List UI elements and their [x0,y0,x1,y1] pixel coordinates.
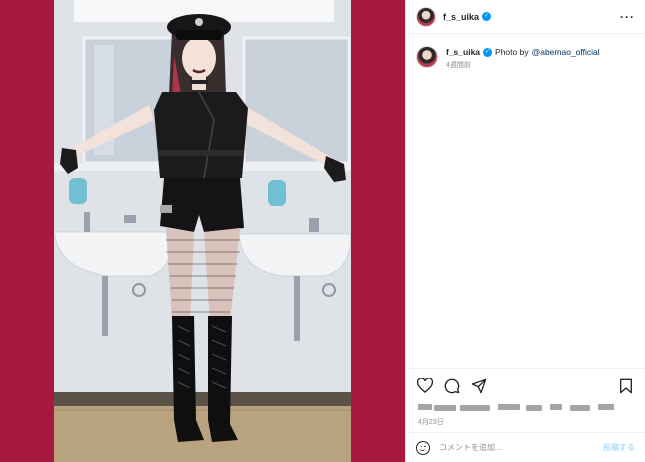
caption-text: Photo by [495,47,529,57]
post-photo[interactable] [54,0,351,462]
likes-summary-blurred [418,402,618,414]
caption-verified-badge-icon: ✓ [483,47,493,57]
comment-box: 投稿する [406,432,645,462]
bookmark-icon[interactable] [617,377,635,395]
comment-icon[interactable] [443,377,461,395]
caption-mention-link[interactable]: @abemao_official [532,46,600,58]
post-media [0,0,405,462]
more-options-icon[interactable]: ··· [620,10,635,24]
smiley-icon[interactable] [416,440,430,455]
post-comment-button[interactable]: 投稿する [603,442,635,453]
comment-input[interactable] [439,443,603,452]
verified-badge-icon: ✓ [482,12,492,21]
photo-illustration [54,0,351,462]
post-date: 4月23日 [418,419,444,426]
caption-avatar[interactable] [416,46,438,68]
caption: f_s_uika ✓ Photo by @abemao_official 4週間… [406,34,645,70]
avatar[interactable] [416,6,436,27]
action-bar [406,368,645,402]
caption-username[interactable]: f_s_uika [446,46,480,58]
heart-icon[interactable] [416,377,434,395]
post-side-panel: f_s_uika ✓ ··· f_s_uika ✓ Photo by @abem… [405,0,645,462]
caption-body: f_s_uika ✓ Photo by @abemao_official 4週間… [446,46,600,70]
caption-time: 4週間前 [446,62,471,69]
share-icon[interactable] [470,377,488,395]
caption-line: f_s_uika ✓ Photo by @abemao_official [446,46,600,58]
header-username[interactable]: f_s_uika [443,12,479,22]
post-header: f_s_uika ✓ ··· [406,0,645,34]
